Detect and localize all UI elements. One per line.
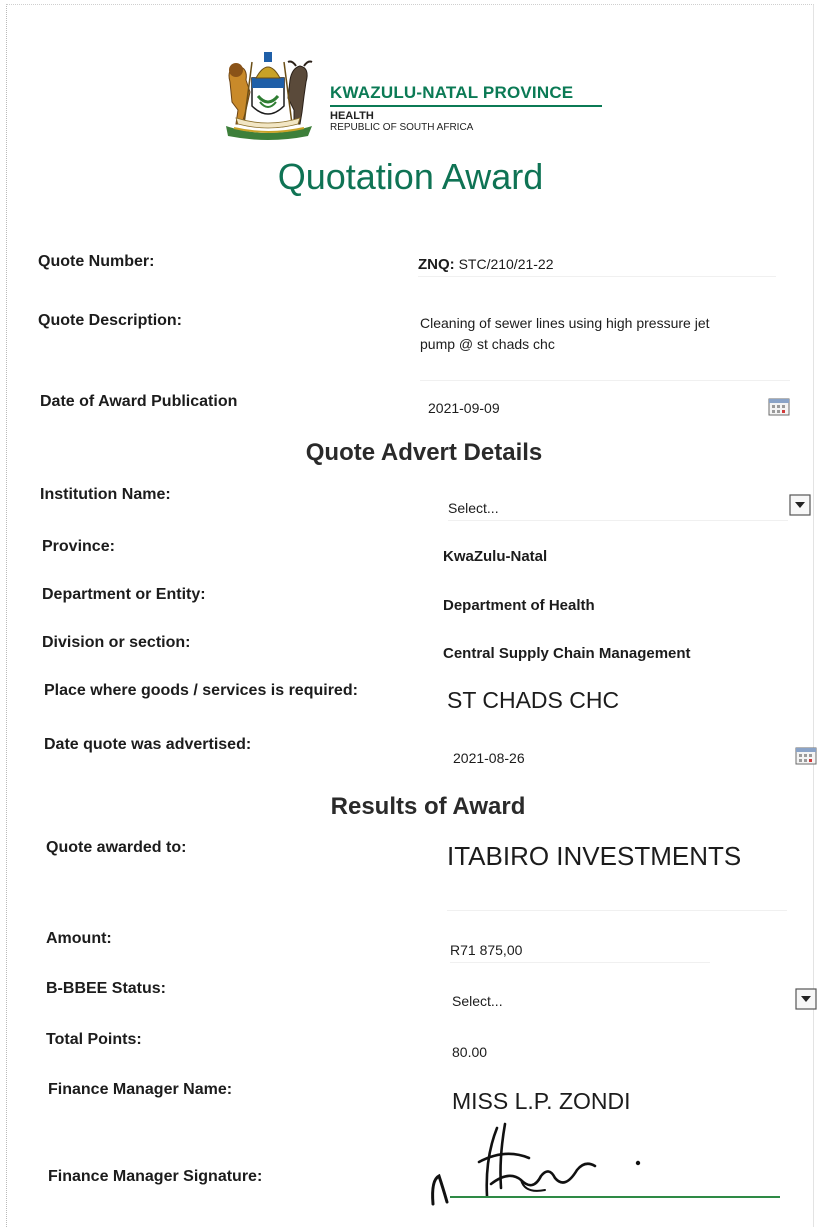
division-label: Division or section:	[42, 634, 191, 651]
calendar-icon[interactable]	[768, 398, 790, 416]
place-label: Place where goods / services is required…	[44, 682, 358, 699]
division-value: Central Supply Chain Management	[443, 645, 691, 662]
country-name: REPUBLIC OF SOUTH AFRICA	[330, 122, 474, 133]
publication-date-label: Date of Award Publication	[40, 393, 238, 410]
place-field[interactable]: ST CHADS CHC	[447, 687, 619, 714]
publication-date-field[interactable]: 2021-09-09	[428, 400, 500, 416]
field-underline	[418, 276, 776, 277]
province-value: KwaZulu-Natal	[443, 548, 548, 565]
total-points-label: Total Points:	[46, 1031, 142, 1048]
quote-description-field[interactable]: Cleaning of sewer lines using high press…	[420, 313, 710, 355]
province-name: KWAZULU-NATAL PROVINCE	[330, 83, 574, 102]
department-label: Department or Entity:	[42, 586, 206, 603]
results-heading: Results of Award	[330, 793, 526, 820]
field-underline	[420, 380, 790, 381]
province-label: Province:	[42, 538, 115, 555]
advertised-date-field[interactable]: 2021-08-26	[453, 750, 525, 766]
total-points-field[interactable]: 80.00	[452, 1044, 487, 1060]
document-title: Quotation Award	[277, 156, 544, 197]
quote-number-field[interactable]: ZNQ: STC/210/21-22	[418, 256, 554, 273]
bbbee-status-select[interactable]: Select...	[452, 993, 503, 1009]
coat-of-arms-emblem	[226, 52, 313, 140]
quote-number-prefix: ZNQ:	[418, 256, 455, 273]
field-underline	[450, 962, 710, 963]
quote-number-label: Quote Number:	[38, 253, 155, 270]
quote-description-line: Cleaning of sewer lines using high press…	[420, 315, 710, 331]
field-underline	[448, 520, 788, 521]
finance-manager-signature-label: Finance Manager Signature:	[48, 1168, 263, 1185]
awarded-to-field[interactable]: ITABIRO INVESTMENTS	[447, 841, 741, 872]
institution-name-select[interactable]: Select...	[448, 500, 499, 516]
quote-number-value: STC/210/21-22	[458, 256, 554, 272]
department-name: HEALTH	[330, 110, 374, 122]
advertised-date-label: Date quote was advertised:	[44, 736, 252, 753]
signature-line	[450, 1196, 780, 1198]
amount-label: Amount:	[46, 930, 112, 947]
amount-field[interactable]: R71 875,00	[450, 942, 522, 958]
calendar-icon[interactable]	[795, 747, 817, 765]
quote-description-label: Quote Description:	[38, 312, 183, 329]
chevron-down-icon[interactable]	[795, 988, 817, 1010]
field-underline	[447, 910, 787, 911]
finance-manager-name-field[interactable]: MISS L.P. ZONDI	[452, 1088, 631, 1115]
bbbee-status-label: B-BBEE Status:	[46, 980, 167, 997]
department-value: Department of Health	[443, 597, 595, 614]
quote-description-line: pump @ st chads chc	[420, 336, 555, 352]
chevron-down-icon[interactable]	[789, 494, 811, 516]
finance-manager-name-label: Finance Manager Name:	[48, 1081, 233, 1098]
advert-details-heading: Quote Advert Details	[305, 439, 543, 466]
awarded-to-label: Quote awarded to:	[46, 839, 187, 856]
institution-name-label: Institution Name:	[40, 486, 171, 503]
brand-divider	[330, 105, 602, 107]
